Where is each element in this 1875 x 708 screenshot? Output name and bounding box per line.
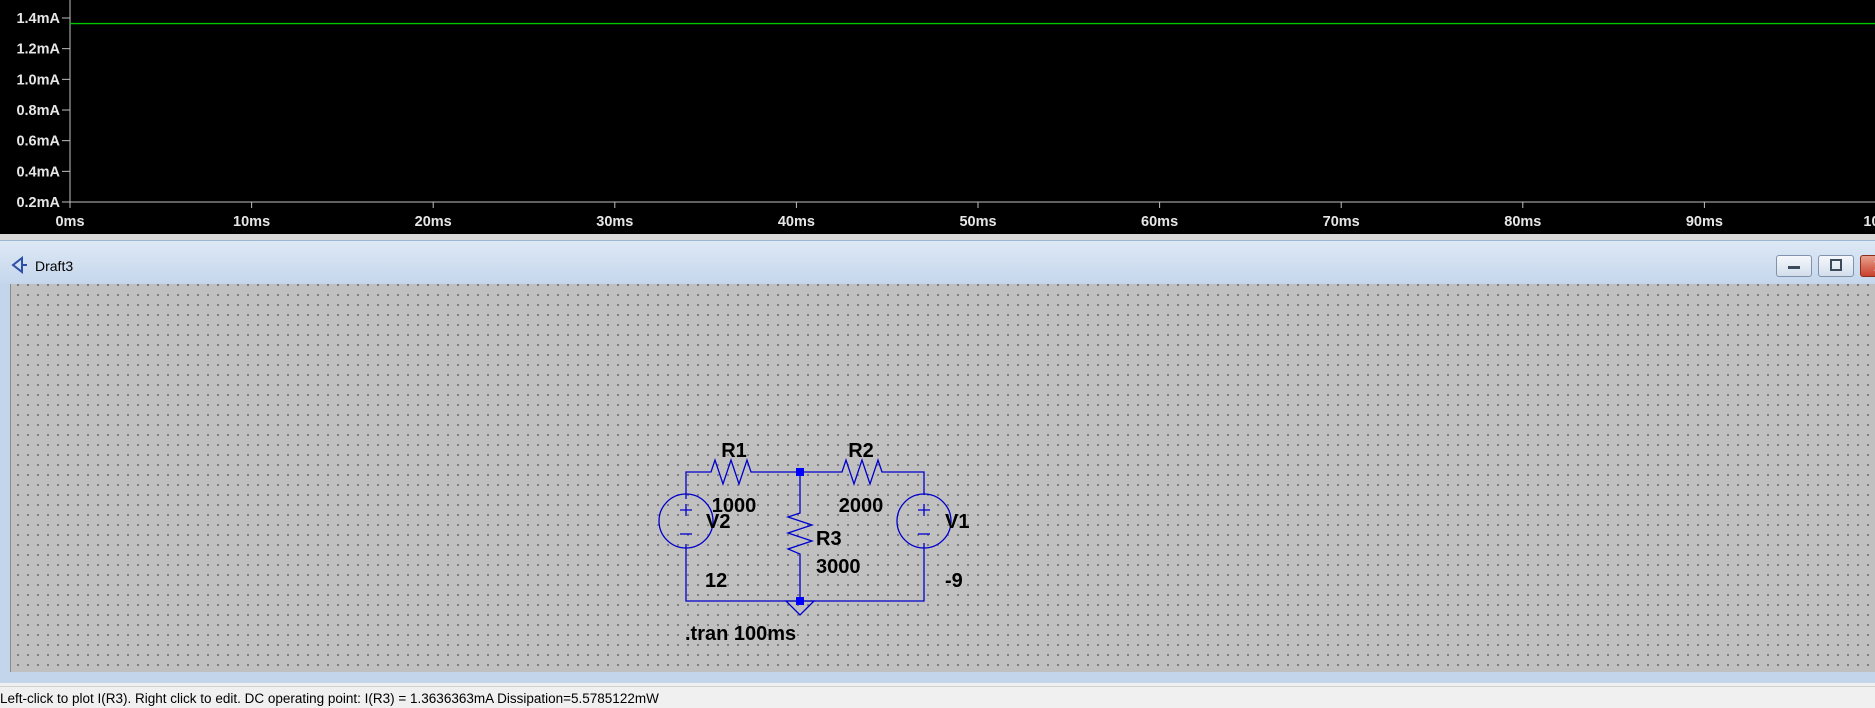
circuit-schematic[interactable]: R1 1000 R2 2000 R3 3000 V2 12 V1 -9 .tra… [11,284,1875,672]
maximize-icon [1830,259,1842,271]
v2-value-label[interactable]: 12 [705,570,727,592]
junction-dot [796,468,804,476]
y-tick-label: 0.8mA [16,103,60,119]
maximize-button[interactable] [1818,255,1854,277]
resistor-r1[interactable] [705,457,755,487]
y-tick-label: 0.4mA [16,164,60,180]
x-tick-label: 100ms [1863,214,1875,230]
junction-dot [796,597,804,605]
schematic-canvas[interactable]: R1 1000 R2 2000 R3 3000 V2 12 V1 -9 .tra… [10,284,1875,672]
x-tick-label: 20ms [415,214,452,230]
x-tick-label: 60ms [1141,214,1178,230]
x-tick-label: 30ms [596,214,633,230]
y-tick-label: 1.0mA [16,72,60,88]
v1-value-label[interactable]: -9 [945,570,963,592]
voltage-source-v1[interactable] [896,493,952,549]
close-button[interactable] [1860,255,1875,277]
plot-ticks: 1.4mA 1.2mA 1.0mA 0.8mA 0.6mA 0.4mA 0.2mA 0ms 10… [16,11,1875,230]
r1-name-label[interactable]: R1 [721,440,747,462]
resistor-r2[interactable] [836,457,886,487]
voltage-source-v2[interactable] [658,493,714,549]
waveform-plot-pane[interactable]: 1.4mA 1.2mA 1.0mA 0.8mA 0.6mA 0.4mA 0.2mA 0ms 10… [0,0,1875,234]
resistor-r3[interactable] [785,507,815,562]
close-icon [1874,261,1875,271]
x-tick-label: 50ms [959,214,996,230]
plot-axes [69,0,1875,203]
status-bar: Left-click to plot I(R3). Right click to… [0,686,1875,708]
plus-icon [680,504,692,516]
status-text: Left-click to plot I(R3). Right click to… [0,691,659,706]
v1-name-label[interactable]: V1 [945,511,969,533]
plus-icon [918,504,930,516]
r2-value-label[interactable]: 2000 [839,495,884,517]
tran-directive[interactable]: .tran 100ms [685,623,796,645]
y-tick-label: 1.4mA [16,11,60,27]
v2-name-label[interactable]: V2 [706,511,730,533]
title-bar[interactable]: Draft3 [0,241,1875,283]
x-tick-label: 70ms [1323,214,1360,230]
ltspice-op-amp-icon [11,256,27,274]
x-tick-label: 90ms [1686,214,1723,230]
y-tick-label: 0.2mA [16,195,60,211]
minimize-icon [1788,266,1800,269]
r3-value-label[interactable]: 3000 [816,556,861,578]
wire-top-right[interactable] [886,471,925,495]
x-tick-label: 80ms [1504,214,1541,230]
window-title: Draft3 [35,258,74,274]
y-tick-label: 1.2mA [16,42,60,58]
x-tick-label: 10ms [233,214,270,230]
minimize-button[interactable] [1776,255,1812,277]
wire-v2-bottom[interactable] [685,544,800,602]
schematic-window: Draft3 R1 1000 R2 2000 R3 3000 V2 12 V1 … [0,240,1875,683]
waveform-plot[interactable]: 1.4mA 1.2mA 1.0mA 0.8mA 0.6mA 0.4mA 0.2mA 0ms 10… [0,0,1875,234]
x-tick-label: 40ms [778,214,815,230]
r2-name-label[interactable]: R2 [848,440,874,462]
x-tick-label: 0ms [55,214,84,230]
wire-top-left[interactable] [685,471,705,499]
y-tick-label: 0.6mA [16,134,60,150]
r3-name-label[interactable]: R3 [816,528,842,550]
